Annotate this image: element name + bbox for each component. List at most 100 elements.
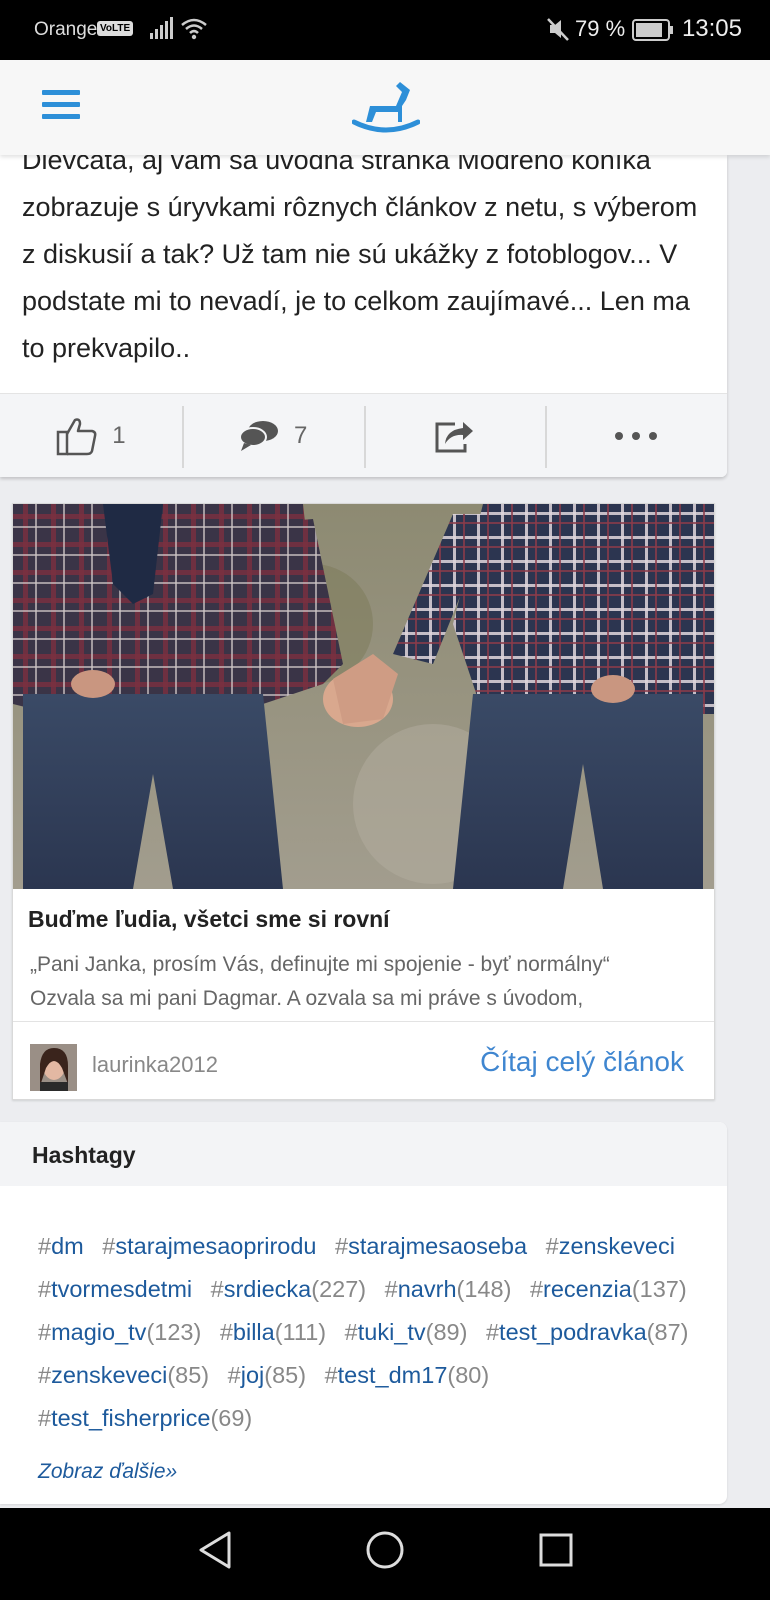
system-nav-bar	[0, 1508, 770, 1600]
recent-apps-icon[interactable]	[538, 1532, 574, 1568]
holding-hands-photo	[13, 504, 714, 889]
hashtag-item[interactable]: #magio_tv(123)	[38, 1319, 201, 1345]
hashtag-name: magio_tv	[51, 1319, 147, 1345]
hamburger-icon[interactable]	[42, 90, 80, 124]
hash-symbol: #	[335, 1233, 349, 1259]
like-button[interactable]: 1	[0, 394, 182, 477]
hashtag-item[interactable]: #dm	[38, 1233, 84, 1259]
share-icon	[435, 421, 474, 452]
carrier-name: Orange	[34, 19, 98, 40]
more-options-button[interactable]	[545, 394, 727, 477]
hashtag-name: test_fisherprice	[51, 1405, 211, 1431]
hash-symbol: #	[324, 1362, 338, 1388]
article-title[interactable]: Buďme ľudia, všetci sme si rovní	[28, 906, 390, 933]
hashtag-name: starajmesaoseba	[348, 1233, 528, 1259]
author-avatar[interactable]	[30, 1044, 77, 1091]
hashtag-count: (137)	[631, 1276, 687, 1302]
hashtag-item[interactable]: #srdiecka(227)	[211, 1276, 366, 1302]
article-excerpt-line2: Ozvala sa mi pani Dagmar. A ozvala sa mi…	[30, 987, 584, 1010]
comment-bubbles-icon	[238, 420, 278, 451]
hash-symbol: #	[485, 1319, 500, 1345]
hashtag-item[interactable]: #tvormesdetmi	[38, 1276, 192, 1302]
hashtag-count: (80)	[447, 1362, 490, 1388]
hash-symbol: #	[219, 1319, 233, 1345]
hashtag-count: (111)	[274, 1319, 327, 1345]
hashtag-name: dm	[51, 1233, 84, 1259]
article-excerpt: „Pani Janka, prosím Vás, definujte mi sp…	[30, 948, 700, 1016]
article-excerpt-line1: „Pani Janka, prosím Vás, definujte mi sp…	[30, 953, 610, 976]
hashtag-item[interactable]: #billa(111)	[220, 1319, 326, 1345]
hash-symbol: #	[38, 1319, 52, 1345]
hashtag-name: tuki_tv	[357, 1319, 426, 1345]
hashtag-item[interactable]: #starajmesaoprirodu	[102, 1233, 316, 1259]
clock: 13:05	[681, 15, 742, 42]
read-full-article-link[interactable]: Čítaj celý článok	[480, 1046, 684, 1078]
hashtag-count: (85)	[264, 1362, 307, 1388]
article-photo[interactable]	[13, 504, 714, 889]
home-icon[interactable]	[365, 1530, 405, 1570]
hashtag-item[interactable]: #test_fisherprice(69)	[38, 1405, 252, 1431]
hashtags-list: #dm #starajmesaoprirodu #starajmesaoseba…	[38, 1225, 718, 1440]
status-bar: Orange VoLTE 79 % 13:05	[0, 0, 770, 60]
hashtag-count: (123)	[146, 1319, 202, 1345]
hashtag-name: starajmesaoprirodu	[115, 1233, 317, 1259]
hashtag-count: (87)	[646, 1319, 689, 1345]
comment-count: 7	[293, 421, 308, 449]
hash-symbol: #	[38, 1362, 52, 1388]
show-more-hashtags-link[interactable]: Zobraz ďalšie»	[38, 1460, 177, 1484]
hash-symbol: #	[38, 1405, 52, 1431]
hashtag-item[interactable]: #recenzia(137)	[530, 1276, 687, 1302]
post-card: Dievčatá, aj vám sa úvodná stránka Modré…	[0, 155, 727, 477]
share-button[interactable]	[363, 394, 546, 477]
signal-icon	[150, 17, 173, 39]
hashtag-item[interactable]: #zenskeveci	[546, 1233, 675, 1259]
hashtag-count: (89)	[425, 1319, 468, 1345]
battery-icon	[632, 19, 673, 41]
battery-percent: 79 %	[575, 16, 626, 41]
article-card: Buďme ľudia, všetci sme si rovní „Pani J…	[12, 503, 715, 1100]
hashtag-item[interactable]: #tuki_tv(89)	[345, 1319, 468, 1345]
hashtag-name: srdiecka	[223, 1276, 312, 1302]
more-dots-icon	[615, 431, 658, 440]
hashtag-name: navrh	[397, 1276, 457, 1302]
hashtag-count: (85)	[167, 1362, 210, 1388]
rocking-horse-logo[interactable]	[352, 80, 420, 135]
hashtag-name: recenzia	[543, 1276, 632, 1302]
app-header	[0, 60, 770, 155]
back-icon[interactable]	[197, 1530, 233, 1570]
author-name[interactable]: laurinka2012	[92, 1052, 218, 1078]
hashtag-count: (148)	[456, 1276, 512, 1302]
hashtag-count: (227)	[311, 1276, 367, 1302]
hashtags-title: Hashtagy	[0, 1122, 727, 1186]
hashtag-item[interactable]: #joj(85)	[228, 1362, 306, 1388]
hash-symbol: #	[38, 1233, 52, 1259]
hashtag-item[interactable]: #navrh(148)	[385, 1276, 512, 1302]
hash-symbol: #	[38, 1276, 52, 1302]
wifi-icon	[181, 18, 207, 40]
comment-button[interactable]: 7	[181, 394, 364, 477]
thumbs-up-icon	[56, 417, 97, 455]
hashtag-name: test_dm17	[337, 1362, 448, 1388]
hash-symbol: #	[344, 1319, 358, 1345]
hashtag-name: zenskeveci	[51, 1362, 168, 1388]
hashtag-name: test_podravka	[499, 1319, 647, 1345]
hash-symbol: #	[227, 1362, 241, 1388]
hashtag-item[interactable]: #zenskeveci(85)	[38, 1362, 209, 1388]
hashtag-name: zenskeveci	[558, 1233, 675, 1259]
post-text: Dievčatá, aj vám sa úvodná stránka Modré…	[22, 155, 698, 363]
hash-symbol: #	[384, 1276, 398, 1302]
like-count: 1	[112, 421, 126, 449]
hashtag-item[interactable]: #starajmesaoseba	[335, 1233, 527, 1259]
hashtag-item[interactable]: #test_podravka(87)	[486, 1319, 689, 1345]
hash-symbol: #	[529, 1276, 544, 1302]
mute-icon	[547, 18, 569, 41]
hashtag-name: billa	[232, 1319, 275, 1345]
hashtags-card: Hashtagy #dm #starajmesaoprirodu #staraj…	[0, 1122, 727, 1504]
post-actions: 1 7	[0, 393, 727, 477]
hashtag-item[interactable]: #test_dm17(80)	[325, 1362, 490, 1388]
hash-symbol: #	[210, 1276, 224, 1302]
hash-symbol: #	[102, 1233, 116, 1259]
volte-badge: VoLTE	[97, 21, 134, 36]
article-footer: laurinka2012 Čítaj celý článok	[13, 1021, 714, 1099]
hashtag-name: joj	[240, 1362, 265, 1388]
